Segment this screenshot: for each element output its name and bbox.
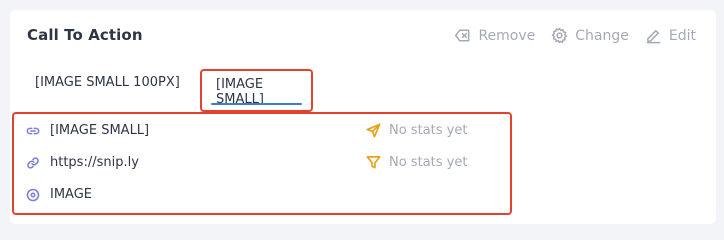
remove-button[interactable]: Remove [454,27,535,44]
link-title-text: [IMAGE SMALL] [50,123,150,138]
send-icon [366,123,381,138]
gear-icon [552,27,568,44]
active-tab-indicator [211,103,302,105]
edit-label: Edit [668,27,696,44]
link-icon [26,127,40,134]
clicks-stat-text: No stats yet [389,123,468,138]
tab-image-small[interactable]: [IMAGE SMALL] [200,69,313,112]
call-to-action-card: Call To Action Remove Change Edit [IMAGE… [10,10,716,224]
edit-button[interactable]: Edit [645,27,696,44]
link-details-panel: [IMAGE SMALL] https://snip.ly IMAGE No s… [12,112,512,215]
change-button[interactable]: Change [551,27,629,44]
backspace-icon [455,29,470,42]
card-actions: Remove Change Edit [454,27,696,44]
conversions-stat-text: No stats yet [389,155,468,170]
clicks-stat: No stats yet [366,123,467,138]
filter-icon [366,156,381,169]
tab-image-small-100px[interactable]: [IMAGE SMALL 100PX] [35,75,180,90]
pencil-icon [646,30,661,44]
link-type-text: IMAGE [50,187,93,202]
conversions-stat: No stats yet [366,155,467,170]
link-url-row[interactable]: https://snip.ly [26,155,139,170]
image-icon [26,188,40,201]
change-label: Change [575,27,629,44]
link-title-row: [IMAGE SMALL] [26,123,149,138]
link-icon [27,156,39,169]
link-url-text[interactable]: https://snip.ly [50,155,139,170]
remove-label: Remove [478,27,536,44]
card-title: Call To Action [27,26,143,44]
link-type-row: IMAGE [26,187,92,202]
